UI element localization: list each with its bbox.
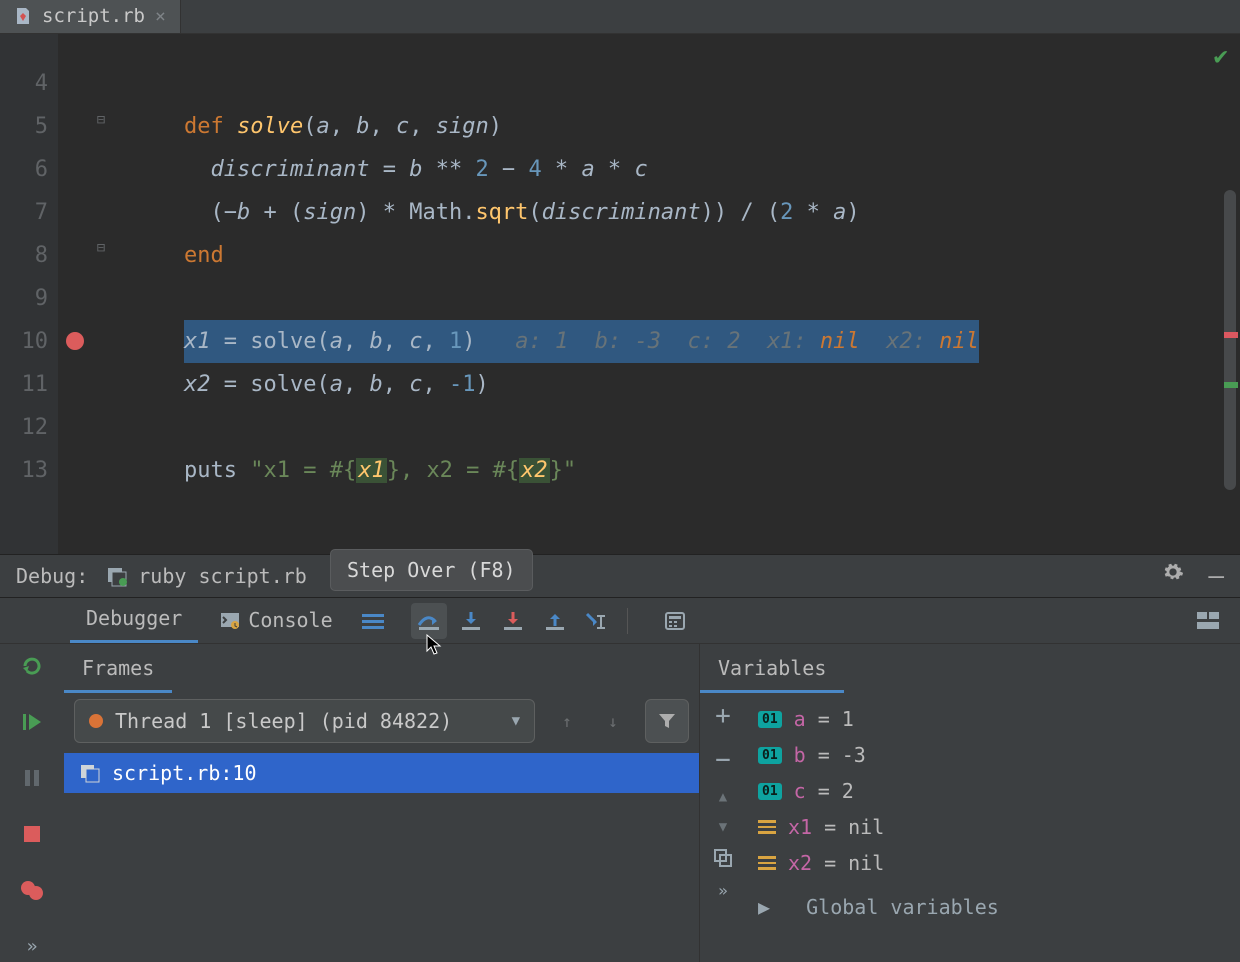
thread-dump-button[interactable] xyxy=(355,603,391,639)
stop-button[interactable] xyxy=(16,818,48,850)
evaluate-expression-button[interactable] xyxy=(657,603,693,639)
inline-hint: a: 1 b: -3 c: 2 x1: nil x2: nil xyxy=(515,329,979,354)
inspection-ok-icon[interactable]: ✔ xyxy=(1214,42,1228,70)
resume-button[interactable] xyxy=(16,706,48,738)
frames-title[interactable]: Frames xyxy=(64,644,172,693)
variable-list: 01 a = 1 01 b = -3 01 c = 2 x1 = nil x2 … xyxy=(746,693,1240,933)
view-breakpoints-button[interactable] xyxy=(16,874,48,906)
keyword-end: end xyxy=(184,243,224,268)
variable-item[interactable]: x1 = nil xyxy=(758,809,1228,845)
move-up-button[interactable]: ▲ xyxy=(719,789,727,805)
close-tab-icon[interactable]: × xyxy=(155,6,166,27)
console-icon xyxy=(220,610,240,630)
editor[interactable]: 45678910111213 ⊟ ⊟ def solve(a, b, c, si… xyxy=(0,34,1240,554)
step-into-button[interactable] xyxy=(453,603,489,639)
frame-label: script.rb:10 xyxy=(112,761,257,785)
editor-scrollbar[interactable] xyxy=(1222,74,1238,550)
frames-panel: Frames Thread 1 [sleep] (pid 84822) ▼ ↑ … xyxy=(64,644,700,962)
nil-badge-icon xyxy=(758,820,776,834)
more-watches-button[interactable]: » xyxy=(718,881,728,900)
minimize-toolwindow-icon[interactable]: — xyxy=(1208,561,1224,591)
tab-console[interactable]: Console xyxy=(204,600,348,642)
ide-root: script.rb × 45678910111213 ⊟ ⊟ def solve… xyxy=(0,0,1240,962)
thread-selector[interactable]: Thread 1 [sleep] (pid 84822) ▼ xyxy=(74,699,535,743)
rerun-button[interactable] xyxy=(16,650,48,682)
method-name: solve xyxy=(237,114,303,139)
scrollbar-thumb[interactable] xyxy=(1224,190,1236,490)
gutter: 45678910111213 xyxy=(0,34,58,554)
debug-body: » Frames Thread 1 [sleep] (pid 84822) ▼ … xyxy=(0,644,1240,962)
execution-line: x1 = solve(a, b, c, 1) a: 1 b: -3 c: 2 x… xyxy=(184,320,979,363)
keyword-def: def xyxy=(184,114,224,139)
debug-label: Debug: xyxy=(16,564,88,588)
int-badge-icon: 01 xyxy=(758,783,782,800)
fold-start-icon[interactable]: ⊟ xyxy=(94,112,108,126)
variable-item[interactable]: 01 b = -3 xyxy=(758,737,1228,773)
ok-stripe-marker[interactable] xyxy=(1224,382,1238,388)
breakpoint-dot[interactable] xyxy=(66,332,84,350)
tab-debugger[interactable]: Debugger xyxy=(70,598,198,643)
tab-filename: script.rb xyxy=(42,5,145,27)
debug-settings-icon[interactable] xyxy=(1162,561,1184,591)
variable-item[interactable]: 01 c = 2 xyxy=(758,773,1228,809)
global-variables-node[interactable]: ▶ Global variables xyxy=(758,889,1228,925)
filter-frames-button[interactable] xyxy=(645,699,689,743)
next-frame-button[interactable]: ↓ xyxy=(599,712,627,731)
variables-title[interactable]: Variables xyxy=(700,644,844,693)
pause-button[interactable] xyxy=(16,762,48,794)
thread-status-icon xyxy=(89,714,103,728)
new-watch-button[interactable]: + xyxy=(715,701,731,731)
run-config-icon xyxy=(106,565,128,587)
move-down-button[interactable]: ▼ xyxy=(719,819,727,835)
thread-label: Thread 1 [sleep] (pid 84822) xyxy=(115,709,452,733)
force-step-into-button[interactable] xyxy=(495,603,531,639)
editor-tabbar: script.rb × xyxy=(0,0,1240,34)
debug-session-name: ruby script.rb xyxy=(138,564,307,588)
fold-end-icon[interactable]: ⊟ xyxy=(94,240,108,254)
variable-item[interactable]: x2 = nil xyxy=(758,845,1228,881)
debugger-toolbar: Debugger Console xyxy=(0,598,1240,644)
mouse-cursor xyxy=(426,634,446,654)
frame-list: script.rb:10 xyxy=(64,749,699,793)
step-out-button[interactable] xyxy=(537,603,573,639)
remove-watch-button[interactable]: − xyxy=(715,745,731,775)
run-to-cursor-button[interactable] xyxy=(579,603,615,639)
code[interactable]: def solve(a, b, c, sign) discriminant = … xyxy=(184,34,979,554)
ruby-file-icon xyxy=(14,7,32,25)
variable-item[interactable]: 01 a = 1 xyxy=(758,701,1228,737)
layout-settings-button[interactable] xyxy=(1190,603,1226,639)
debug-toolwindow-header: Debug: ruby script.rb Step Over (F8) — xyxy=(0,554,1240,598)
int-badge-icon: 01 xyxy=(758,711,782,728)
globals-label: Global variables xyxy=(806,895,999,919)
editor-tab-script[interactable]: script.rb × xyxy=(0,0,181,33)
prev-frame-button[interactable]: ↑ xyxy=(553,712,581,731)
error-stripe-marker[interactable] xyxy=(1224,332,1238,338)
chevron-down-icon: ▼ xyxy=(512,713,520,729)
debug-session[interactable]: ruby script.rb xyxy=(106,564,307,588)
more-actions-button[interactable]: » xyxy=(16,930,48,962)
frame-item[interactable]: script.rb:10 xyxy=(64,753,699,793)
int-badge-icon: 01 xyxy=(758,747,782,764)
variables-panel: Variables + − ▲ ▼ » 01 a = 1 01 b = -3 0… xyxy=(700,644,1240,962)
debug-left-toolbar: » xyxy=(0,644,64,962)
tooltip-step-over: Step Over (F8) xyxy=(330,549,533,591)
duplicate-watch-button[interactable] xyxy=(714,849,732,867)
nil-badge-icon xyxy=(758,856,776,870)
variables-toolbar: + − ▲ ▼ » xyxy=(700,693,746,933)
stackframe-icon xyxy=(80,763,100,783)
